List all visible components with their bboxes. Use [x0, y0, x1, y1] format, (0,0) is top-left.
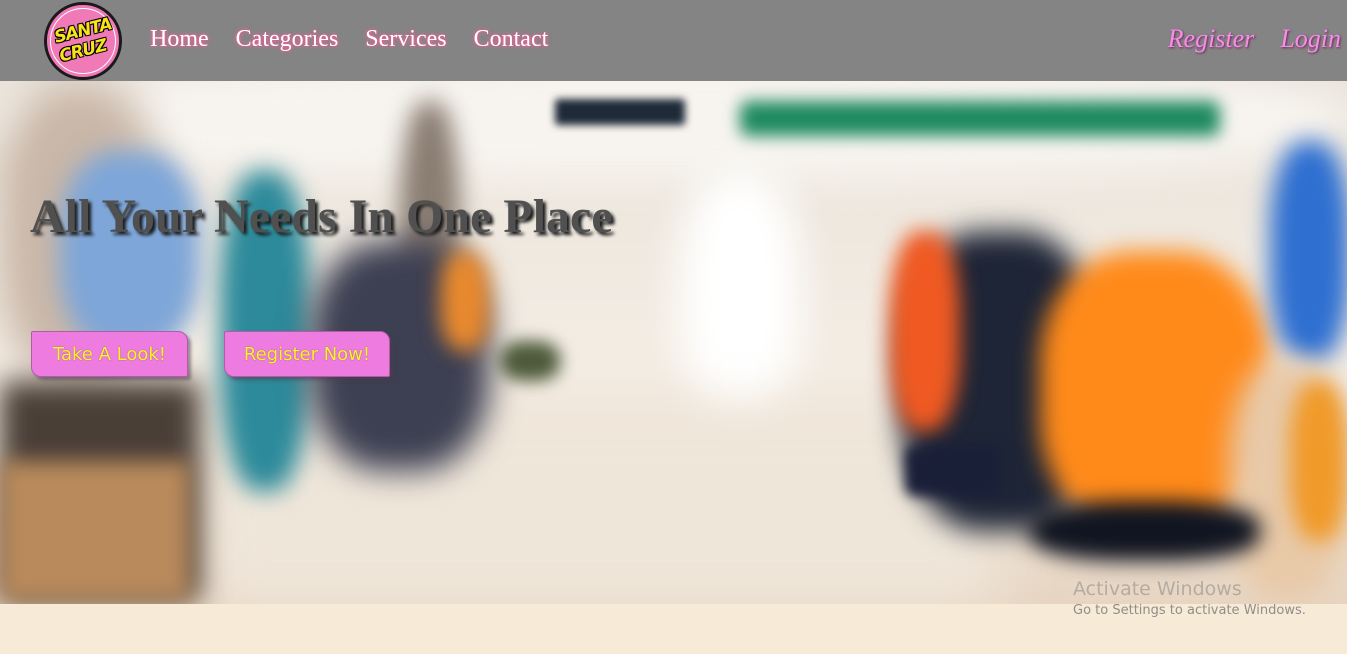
register-now-button[interactable]: Register Now! [224, 331, 390, 377]
nav-link-home[interactable]: Home [150, 24, 209, 54]
hero-title: All Your Needs In One Place [30, 190, 613, 243]
watermark-subtitle: Go to Settings to activate Windows. [1073, 603, 1306, 618]
windows-activation-watermark: Activate Windows Go to Settings to activ… [1073, 578, 1306, 620]
hero-banner: All Your Needs In One Place Take A Look!… [0, 81, 1347, 604]
take-a-look-button[interactable]: Take A Look! [31, 331, 188, 377]
login-link[interactable]: Login [1280, 24, 1341, 54]
register-link[interactable]: Register [1168, 24, 1255, 54]
nav-link-services[interactable]: Services [365, 24, 446, 54]
nav-link-categories[interactable]: Categories [236, 24, 339, 54]
auth-links: Register Login [1146, 24, 1341, 54]
nav-link-contact[interactable]: Contact [474, 24, 549, 54]
watermark-title: Activate Windows [1073, 578, 1242, 600]
nav-links: Home Categories Services Contact [150, 24, 571, 54]
page: SANTA CRUZ Home Categories Services Cont… [0, 0, 1347, 654]
navbar: SANTA CRUZ Home Categories Services Cont… [0, 0, 1347, 81]
santa-cruz-logo[interactable]: SANTA CRUZ [44, 2, 122, 80]
